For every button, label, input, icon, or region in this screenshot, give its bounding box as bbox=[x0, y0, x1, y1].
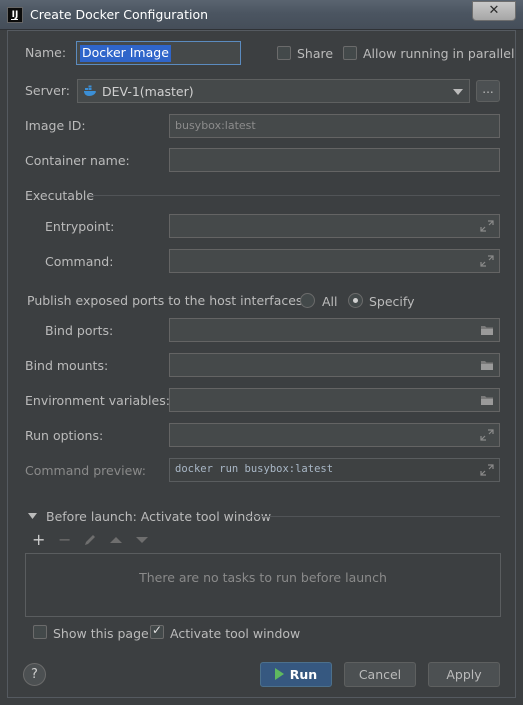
server-select-value: DEV-1(master) bbox=[102, 84, 194, 99]
activate-tool-window-label: Activate tool window bbox=[170, 626, 301, 641]
before-launch-task-list[interactable]: There are no tasks to run before launch bbox=[25, 553, 501, 617]
publish-ports-label: Publish exposed ports to the host interf… bbox=[27, 293, 307, 308]
move-up-icon[interactable] bbox=[110, 536, 122, 544]
image-id-label: Image ID: bbox=[25, 118, 86, 133]
server-select[interactable]: DEV-1(master) bbox=[77, 79, 470, 103]
image-id-value: busybox:latest bbox=[175, 119, 256, 132]
command-preview-field[interactable]: docker run busybox:latest bbox=[169, 458, 500, 482]
command-label: Command: bbox=[45, 254, 114, 269]
command-preview-label: Command preview: bbox=[25, 463, 147, 478]
before-launch-title[interactable]: Before launch: Activate tool window bbox=[46, 509, 271, 524]
radio-selected-dot bbox=[353, 298, 358, 303]
window-title: Create Docker Configuration bbox=[30, 7, 209, 22]
env-vars-label: Environment variables: bbox=[25, 393, 170, 408]
window-titlebar: IJ Create Docker Configuration ✕ bbox=[0, 0, 523, 30]
expand-icon[interactable] bbox=[480, 429, 494, 441]
entrypoint-input[interactable] bbox=[169, 214, 500, 238]
help-button[interactable]: ? bbox=[23, 663, 46, 686]
bind-mounts-input[interactable] bbox=[169, 353, 500, 377]
expand-icon[interactable] bbox=[480, 464, 494, 476]
run-button[interactable]: Run bbox=[260, 662, 332, 687]
env-vars-input[interactable] bbox=[169, 388, 500, 412]
remove-task-icon[interactable]: − bbox=[58, 532, 71, 548]
apply-button[interactable]: Apply bbox=[428, 662, 500, 687]
intellij-app-icon: IJ bbox=[7, 7, 23, 23]
activate-tool-window-checkbox[interactable]: ✓ bbox=[150, 623, 164, 639]
folder-icon[interactable] bbox=[480, 394, 494, 406]
command-preview-value: docker run busybox:latest bbox=[175, 463, 334, 475]
chevron-down-icon bbox=[453, 89, 463, 95]
checkmark-icon: ✓ bbox=[152, 623, 163, 637]
collapse-triangle-icon[interactable] bbox=[28, 513, 37, 520]
folder-icon[interactable] bbox=[480, 359, 494, 371]
allow-parallel-checkbox[interactable] bbox=[343, 46, 357, 60]
show-page-label: Show this page bbox=[53, 626, 149, 641]
empty-task-list-text: There are no tasks to run before launch bbox=[139, 570, 387, 585]
server-more-button[interactable]: ... bbox=[476, 80, 500, 102]
name-input-value: Docker Image bbox=[80, 45, 171, 62]
name-input[interactable]: Docker Image bbox=[76, 41, 241, 65]
expand-icon[interactable] bbox=[480, 220, 494, 232]
executable-divider bbox=[90, 195, 500, 196]
move-down-icon[interactable] bbox=[136, 536, 148, 544]
image-id-input[interactable]: busybox:latest bbox=[169, 114, 500, 138]
command-input[interactable] bbox=[169, 249, 500, 273]
entrypoint-label: Entrypoint: bbox=[45, 219, 115, 234]
ports-specify-label: Specify bbox=[369, 294, 415, 309]
ports-all-radio[interactable] bbox=[300, 293, 315, 308]
executable-section-title: Executable bbox=[25, 188, 95, 203]
bind-ports-input[interactable] bbox=[169, 318, 500, 342]
show-page-checkbox[interactable] bbox=[33, 625, 47, 639]
cancel-button[interactable]: Cancel bbox=[344, 662, 416, 687]
name-label: Name: bbox=[25, 45, 67, 60]
share-checkbox[interactable] bbox=[277, 46, 291, 60]
ports-all-label: All bbox=[322, 294, 338, 309]
docker-icon bbox=[84, 85, 96, 96]
edit-task-icon[interactable] bbox=[83, 533, 97, 547]
bind-mounts-label: Bind mounts: bbox=[25, 358, 109, 373]
ports-specify-radio[interactable] bbox=[348, 293, 363, 308]
run-icon bbox=[274, 668, 284, 680]
close-window-button[interactable]: ✕ bbox=[472, 1, 516, 21]
server-label: Server: bbox=[25, 83, 70, 98]
run-button-label: Run bbox=[289, 667, 318, 682]
folder-icon[interactable] bbox=[480, 324, 494, 336]
run-options-label: Run options: bbox=[25, 428, 104, 443]
container-name-input[interactable] bbox=[169, 148, 500, 172]
allow-parallel-label: Allow running in parallel bbox=[363, 46, 515, 61]
share-label: Share bbox=[297, 46, 334, 61]
bind-ports-label: Bind ports: bbox=[45, 323, 114, 338]
before-launch-divider bbox=[245, 516, 500, 517]
container-name-label: Container name: bbox=[25, 153, 130, 168]
add-task-icon[interactable]: + bbox=[32, 532, 45, 548]
run-options-input[interactable] bbox=[169, 423, 500, 447]
expand-icon[interactable] bbox=[480, 255, 494, 267]
